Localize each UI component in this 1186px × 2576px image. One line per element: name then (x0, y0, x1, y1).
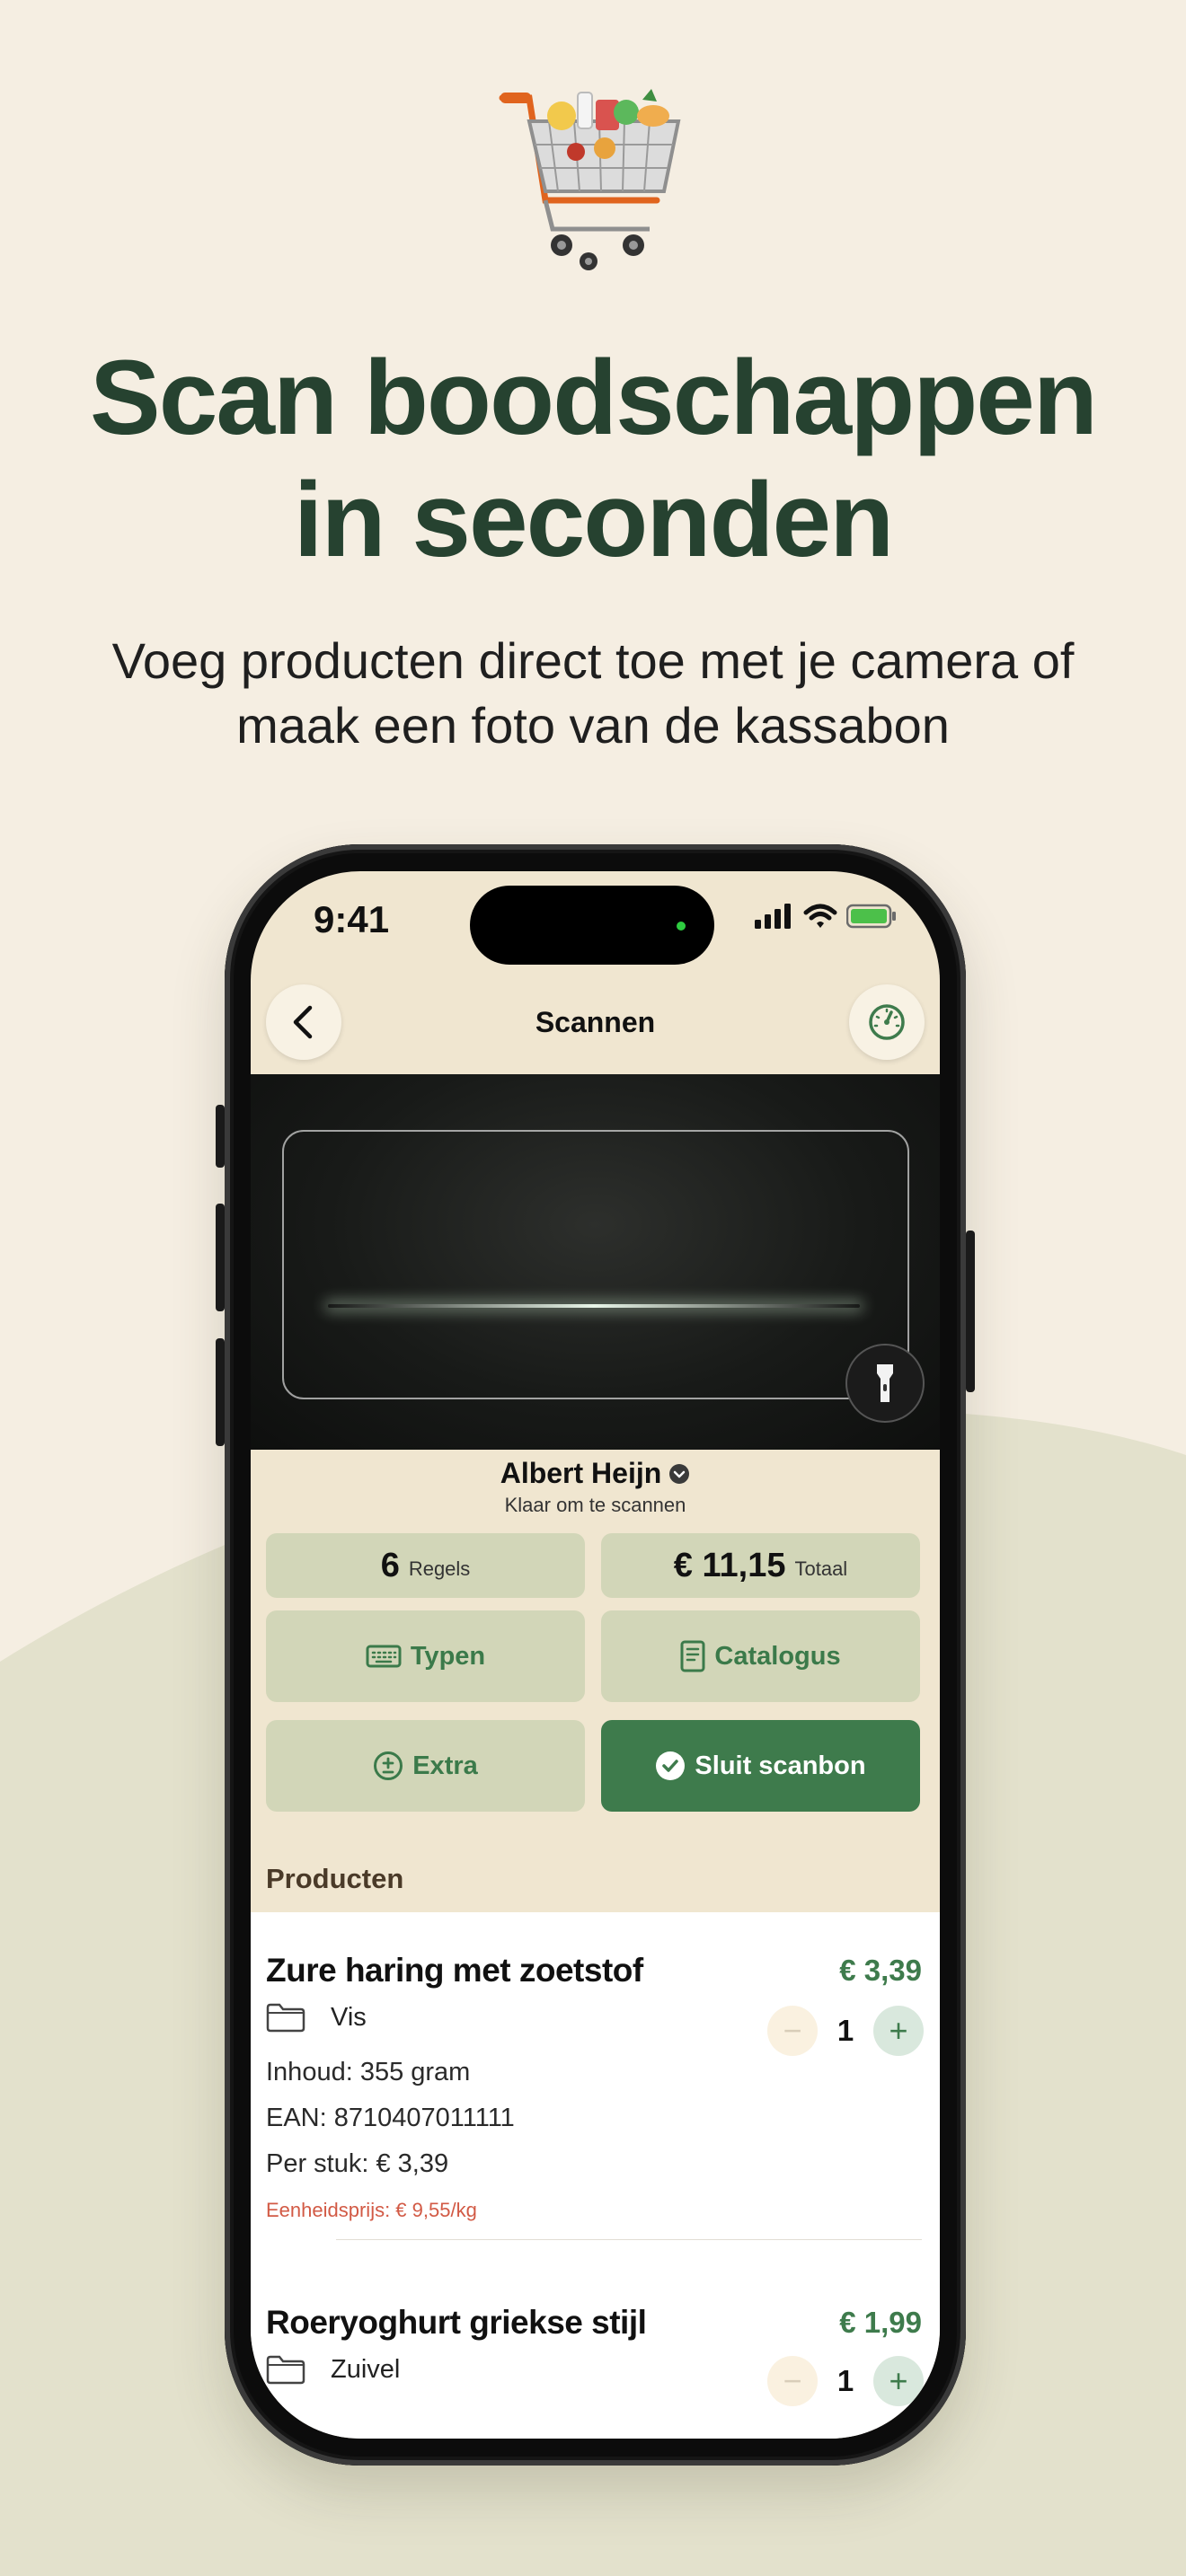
camera-viewfinder[interactable] (251, 1074, 940, 1450)
product-name: Roeryoghurt griekse stijl (266, 2304, 647, 2341)
hero-headline: Scan boodschappen in seconden (0, 337, 1186, 581)
quantity-stepper[interactable]: − 1 + (767, 2356, 924, 2406)
product-item[interactable]: Roeryoghurt griekse stijl € 1,99 Zuivel … (251, 2239, 940, 2437)
app-screen: 9:41 Scannen Albert Heijn Klaar om te sc… (251, 871, 940, 2439)
products-title: Producten (266, 1863, 404, 1894)
catalog-book-icon (680, 1640, 705, 1672)
increase-button[interactable]: + (873, 2006, 924, 2056)
shopping-cart-icon (499, 89, 681, 270)
headline-line-1: Scan boodschappen (90, 339, 1098, 457)
lines-count: 6 (380, 1546, 400, 1584)
product-per-piece: Per stuk: € 3,39 (266, 2149, 449, 2178)
camera-indicator (677, 922, 686, 931)
catalog-button[interactable]: Catalogus (601, 1610, 920, 1702)
extra-label: Extra (412, 1751, 478, 1780)
phone-volume-up (216, 1204, 225, 1311)
status-icons (755, 904, 897, 929)
products-header: Producten (251, 1831, 940, 1920)
quantity-value: 1 (836, 2014, 854, 2047)
subtitle-line-2: maak een foto van de kassabon (236, 697, 950, 754)
phone-volume-down (216, 1338, 225, 1446)
product-price: € 1,99 (839, 2306, 922, 2339)
chevron-down-icon (669, 1463, 690, 1484)
product-unit-price: Eenheidsprijs: € 9,55/kg (266, 2199, 477, 2221)
category-label: Zuivel (331, 2354, 401, 2384)
folder-icon (266, 2355, 305, 2385)
category-label: Vis (331, 2002, 367, 2032)
close-scan-button[interactable]: Sluit scanbon (601, 1720, 920, 1812)
product-list: Zure haring met zoetstof € 3,39 Vis − 1 … (251, 1912, 940, 2439)
page-title: Scannen (535, 1006, 656, 1038)
total-label: Totaal (794, 1557, 848, 1580)
flashlight-button[interactable] (845, 1344, 925, 1423)
settings-gauge-button[interactable] (849, 984, 925, 1060)
extra-button[interactable]: Extra (266, 1720, 585, 1812)
store-selector[interactable]: Albert Heijn Klaar om te scannen (251, 1457, 940, 1517)
keyboard-icon (366, 1645, 402, 1668)
product-name: Zure haring met zoetstof (266, 1952, 643, 1989)
phone-mockup: 9:41 Scannen Albert Heijn Klaar om te sc… (216, 844, 975, 2466)
product-category: Zuivel (266, 2354, 400, 2385)
quantity-stepper[interactable]: − 1 + (767, 2006, 924, 2056)
store-name: Albert Heijn (500, 1457, 662, 1489)
scan-status: Klaar om te scannen (504, 1494, 686, 1516)
battery-icon (846, 904, 896, 929)
lines-stat: 6 Regels (266, 1533, 585, 1598)
close-scan-label: Sluit scanbon (695, 1751, 866, 1780)
dynamic-island (470, 886, 714, 965)
hero-subtitle: Voeg producten direct toe met je camera … (0, 629, 1186, 758)
type-label: Typen (410, 1641, 486, 1671)
phone-action-button (216, 1105, 225, 1168)
store-name-row[interactable]: Albert Heijn (500, 1457, 691, 1490)
product-content: Inhoud: 355 gram (266, 2058, 471, 2086)
quantity-value: 1 (836, 2364, 854, 2397)
scan-line (328, 1304, 860, 1308)
gauge-icon (869, 1004, 905, 1040)
total-value: € 11,15 (673, 1546, 786, 1584)
product-category: Vis (266, 2002, 367, 2033)
subtitle-line-1: Voeg producten direct toe met je camera … (111, 632, 1075, 689)
navigation-bar: Scannen (251, 968, 940, 1076)
lines-label: Regels (408, 1557, 471, 1580)
product-price: € 3,39 (839, 1954, 922, 1987)
wifi-icon (803, 904, 837, 928)
catalog-label: Catalogus (714, 1641, 841, 1671)
total-stat: € 11,15 Totaal (601, 1533, 920, 1598)
product-ean: EAN: 8710407011111 (266, 2104, 515, 2132)
folder-icon (266, 2003, 305, 2033)
type-button[interactable]: Typen (266, 1610, 585, 1702)
phone-power-button (966, 1231, 975, 1392)
signal-icon (755, 904, 791, 929)
increase-button[interactable]: + (873, 2356, 924, 2406)
headline-line-2: in seconden (293, 461, 894, 579)
checkmark-circle-icon (656, 1751, 686, 1780)
flashlight-icon (877, 1364, 893, 1402)
decrease-button[interactable]: − (767, 2006, 818, 2056)
decrease-button[interactable]: − (767, 2356, 818, 2406)
plus-minus-icon (374, 1751, 403, 1780)
status-time: 9:41 (314, 898, 390, 940)
scan-frame (282, 1130, 909, 1399)
product-item[interactable]: Zure haring met zoetstof € 3,39 Vis − 1 … (251, 1912, 940, 2272)
